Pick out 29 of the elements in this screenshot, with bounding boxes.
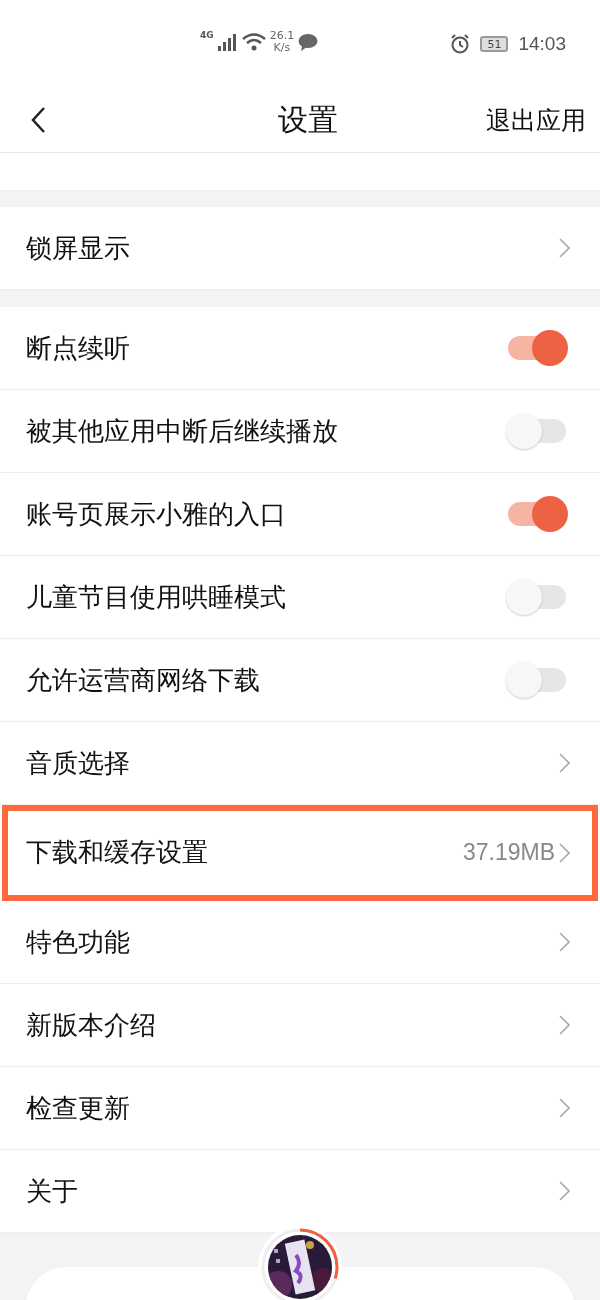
alarm-icon bbox=[450, 34, 471, 54]
speed-value: 26.1 bbox=[269, 30, 295, 42]
settings-row[interactable]: 下载和缓存设置 37.19MB bbox=[2, 805, 598, 901]
chevron-right-icon bbox=[559, 932, 570, 952]
toggle-row[interactable]: 被其他应用中断后继续播放 bbox=[0, 390, 600, 473]
speed-unit: K/s bbox=[273, 42, 291, 54]
chevron-right-icon bbox=[559, 238, 570, 258]
chevron-right-icon bbox=[559, 1015, 570, 1035]
settings-row[interactable]: 特色功能 bbox=[0, 901, 600, 984]
settings-row[interactable]: 新版本介绍 bbox=[0, 984, 600, 1067]
chevron-right-icon bbox=[559, 842, 570, 863]
settings-row[interactable]: 音质选择 bbox=[0, 722, 600, 805]
signal-icon bbox=[217, 33, 238, 51]
chevron-right-icon bbox=[559, 1181, 570, 1201]
battery-icon: 51 bbox=[480, 36, 509, 52]
chevron-right-icon bbox=[559, 753, 570, 773]
exit-app-button[interactable]: 退出应用 bbox=[486, 103, 586, 137]
toggle-row[interactable]: 账号页展示小雅的入口 bbox=[0, 473, 600, 556]
clock-time: 14:03 bbox=[518, 33, 566, 55]
wifi-icon bbox=[241, 33, 266, 51]
network-type: 4G bbox=[200, 30, 214, 40]
back-icon[interactable] bbox=[30, 106, 46, 134]
chevron-right-icon bbox=[559, 1098, 570, 1118]
page-title: 设置 bbox=[278, 100, 338, 139]
toggle-row[interactable]: 允许运营商网络下载 bbox=[0, 639, 600, 722]
message-icon bbox=[298, 33, 319, 51]
toggle-row[interactable]: 儿童节目使用哄睡模式 bbox=[0, 556, 600, 639]
settings-row[interactable]: 检查更新 bbox=[0, 1067, 600, 1150]
toggle-row[interactable]: 断点续听 bbox=[0, 307, 600, 390]
